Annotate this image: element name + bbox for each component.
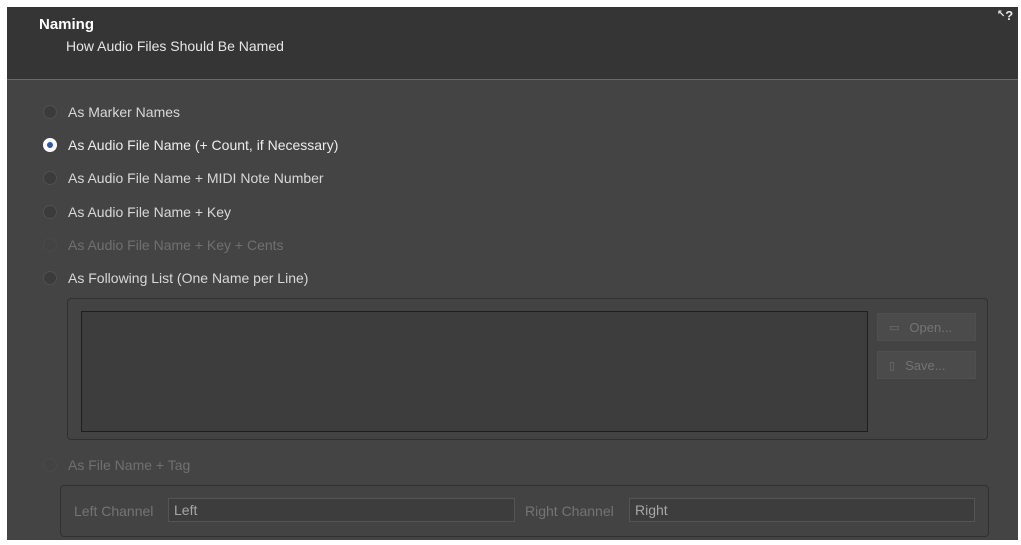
radio-label: As Audio File Name (+ Count, if Necessar… [68,137,339,153]
radio-option-audio-file-name-count[interactable]: As Audio File Name (+ Count, if Necessar… [43,135,338,155]
channel-tags-group: Left Channel Right Channel [60,485,989,537]
radio-label: As Audio File Name + Key + Cents [68,237,284,253]
radio-button-disabled-icon [43,458,57,472]
radio-button-icon[interactable] [43,105,57,119]
open-button[interactable]: ▭ Open... [877,313,976,341]
page-title: Naming [39,16,95,33]
radio-option-marker-names[interactable]: As Marker Names [43,102,180,122]
radio-button-icon[interactable] [43,171,57,185]
right-channel-input[interactable] [629,498,975,522]
dialog-header: Naming How Audio Files Should Be Named ↖… [7,7,1018,80]
name-list-group: ▭ Open... ▯ Save... [67,298,988,440]
right-channel-label: Right Channel [525,503,614,519]
radio-option-audio-file-name-midi[interactable]: As Audio File Name + MIDI Note Number [43,168,324,188]
radio-label: As Marker Names [68,104,181,120]
folder-icon: ▭ [889,321,900,334]
radio-label: As File Name + Tag [68,457,191,473]
context-help-icon[interactable]: ↖? [994,7,1016,25]
radio-button-disabled-icon [43,238,57,252]
save-button-label: Save... [905,357,946,373]
radio-button-icon[interactable] [43,205,57,219]
radio-option-file-name-tag: As File Name + Tag [43,455,190,475]
save-button[interactable]: ▯ Save... [877,351,976,379]
radio-button-checked-icon[interactable] [43,138,57,152]
radio-label: As Following List (One Name per Line) [68,270,309,286]
save-icon: ▯ [889,359,896,372]
page-subtitle: How Audio Files Should Be Named [66,38,284,54]
radio-option-audio-file-name-key[interactable]: As Audio File Name + Key [43,202,231,222]
radio-button-icon[interactable] [43,271,57,285]
radio-label: As Audio File Name + Key [68,204,232,220]
naming-dialog: Naming How Audio Files Should Be Named ↖… [7,7,1018,540]
radio-label: As Audio File Name + MIDI Note Number [68,170,324,186]
open-button-label: Open... [909,319,953,335]
radio-option-audio-file-name-key-cents: As Audio File Name + Key + Cents [43,235,284,255]
left-channel-label: Left Channel [74,503,154,519]
radio-option-following-list[interactable]: As Following List (One Name per Line) [43,268,308,288]
name-list-textarea[interactable] [81,311,868,432]
left-channel-input[interactable] [168,498,515,522]
